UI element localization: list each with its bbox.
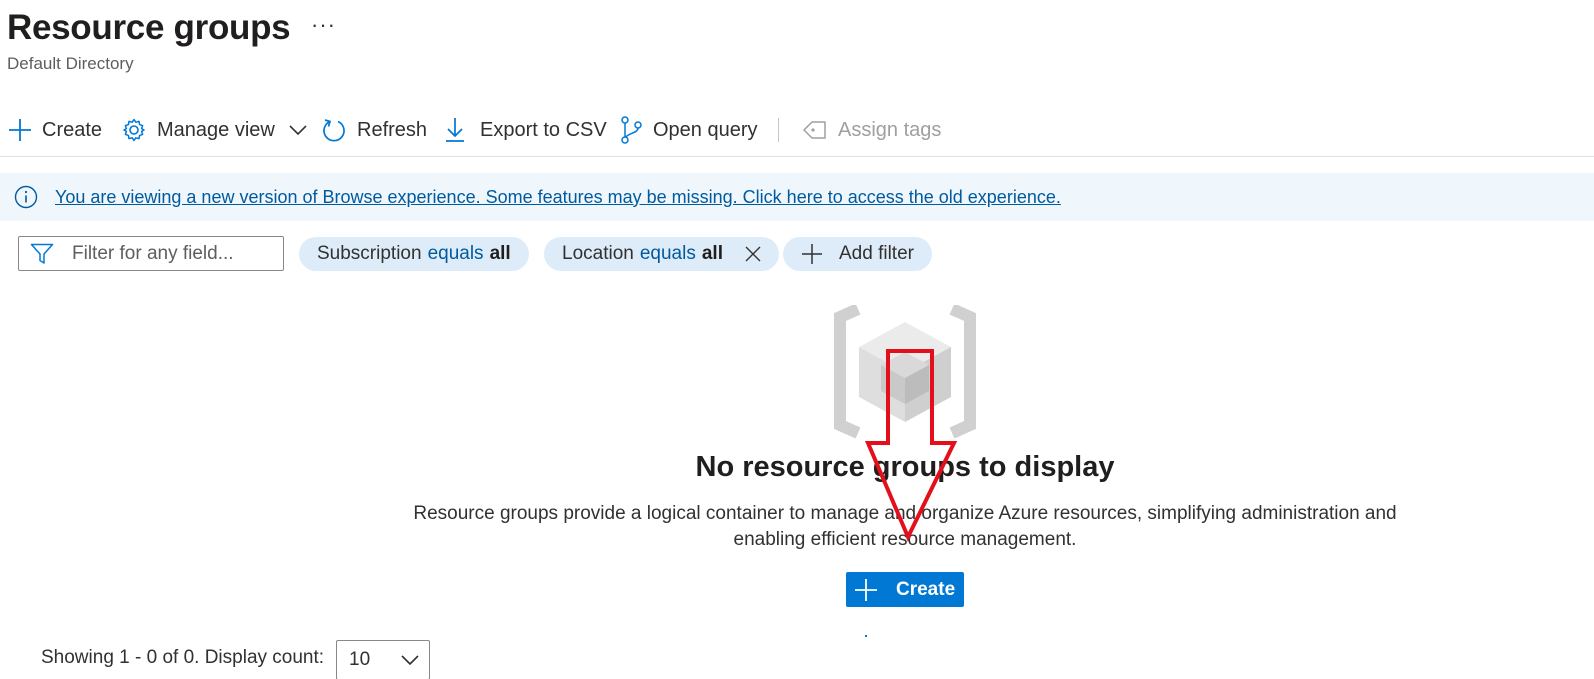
pill-field: Location (562, 243, 634, 264)
refresh-label: Refresh (357, 118, 428, 141)
manage-view-button[interactable]: Manage view (121, 112, 307, 148)
info-banner: You are viewing a new version of Browse … (0, 173, 1594, 221)
create-toolbar-button[interactable]: Create (8, 112, 102, 148)
toolbar-divider-line (0, 156, 1594, 157)
add-filter-button[interactable]: Add filter (783, 237, 932, 271)
location-filter-pill[interactable]: Location equals all (544, 237, 779, 271)
add-filter-label: Add filter (839, 243, 914, 264)
filter-icon (30, 243, 54, 264)
empty-state-title: No resource groups to display (695, 451, 1115, 483)
filter-box[interactable] (18, 236, 284, 271)
showing-text: Showing 1 - 0 of 0. Display count: (41, 647, 325, 668)
pill-field: Subscription (317, 243, 422, 264)
create-label: Create (42, 118, 103, 141)
refresh-icon (323, 119, 345, 142)
plus-icon (9, 119, 31, 141)
pill-operator: equals (427, 243, 484, 264)
page-subtitle: Default Directory (7, 54, 134, 73)
filter-input[interactable] (72, 242, 272, 265)
more-options-button[interactable]: ··· (311, 12, 336, 38)
annotation-arrow-icon (864, 349, 958, 542)
refresh-button[interactable]: Refresh (321, 112, 427, 148)
export-csv-label: Export to CSV (480, 118, 607, 141)
download-icon (446, 118, 464, 142)
close-icon[interactable] (745, 246, 761, 262)
command-bar: Create Manage view Refresh Export to CSV… (0, 112, 1594, 148)
create-resource-group-button[interactable]: Create (846, 572, 964, 607)
display-count-dropdown[interactable]: 10 (336, 640, 431, 679)
manage-view-label: Manage view (157, 118, 275, 141)
display-count-value: 10 (349, 649, 371, 670)
plus-icon (855, 578, 877, 601)
gear-icon (123, 118, 145, 142)
assign-tags-label: Assign tags (838, 118, 942, 141)
old-experience-link[interactable]: You are viewing a new version of Browse … (55, 187, 1061, 208)
chevron-down-icon (289, 125, 307, 136)
subscription-filter-pill[interactable]: Subscription equals all (299, 237, 529, 271)
create-button-label: Create (896, 578, 956, 600)
open-query-label: Open query (653, 118, 758, 141)
chevron-down-icon (401, 655, 419, 666)
pill-operator: equals (639, 243, 696, 264)
open-query-button[interactable]: Open query (619, 112, 758, 148)
plus-icon (802, 244, 822, 264)
info-icon (14, 185, 38, 209)
pill-value: all (489, 243, 511, 264)
export-csv-button[interactable]: Export to CSV (444, 112, 607, 148)
assign-tags-button[interactable]: Assign tags (802, 112, 941, 148)
focus-dot (865, 635, 867, 637)
toolbar-divider (778, 118, 779, 142)
pill-value: all (701, 243, 723, 264)
pagination-footer: Showing 1 - 0 of 0. Display count: 10 (41, 640, 431, 679)
query-branch-icon (621, 116, 642, 144)
page-title: Resource groups (7, 8, 291, 47)
tag-icon (803, 121, 826, 139)
